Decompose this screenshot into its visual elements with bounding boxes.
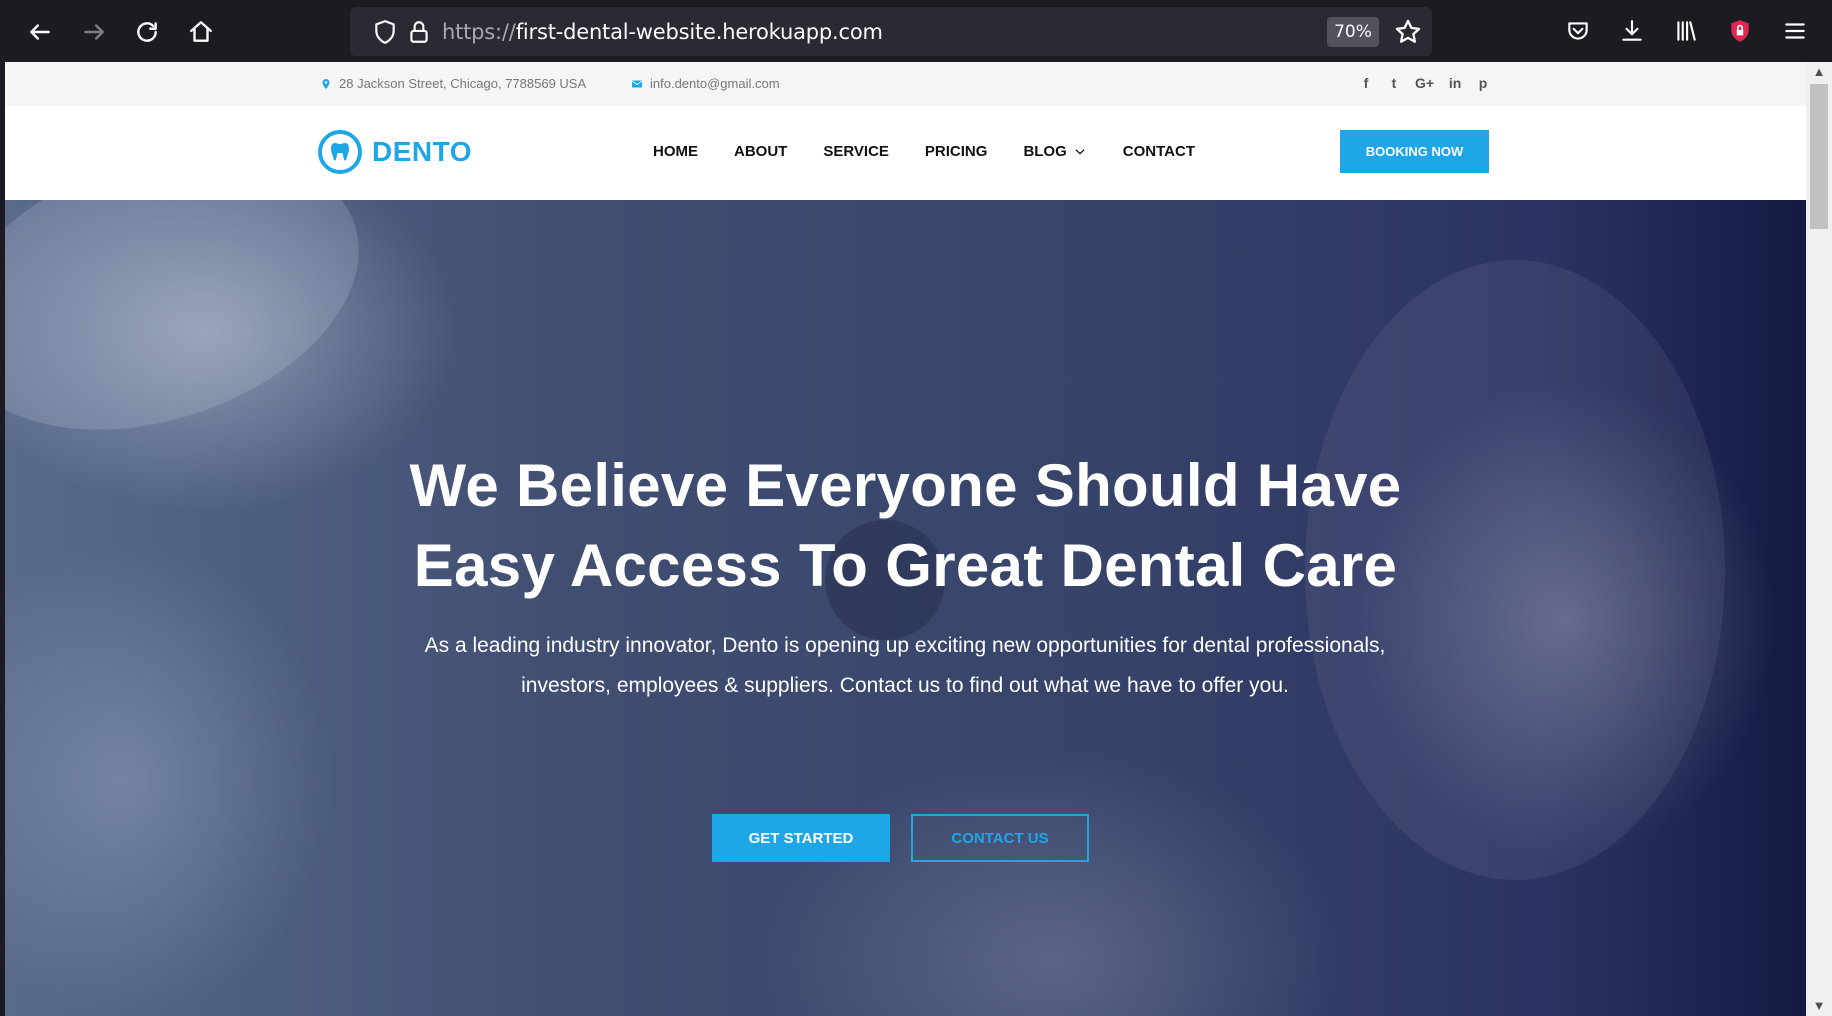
- forward-arrow-icon: [84, 24, 104, 40]
- envelope-icon: [631, 80, 643, 87]
- pocket-icon[interactable]: [1561, 14, 1595, 48]
- address-bar[interactable]: https://first-dental-website.herokuapp.c…: [350, 7, 1432, 56]
- page-scrollbar[interactable]: ▲ ▼: [1806, 62, 1832, 1016]
- forward-button[interactable]: [74, 12, 114, 52]
- url-scheme: https://: [442, 20, 516, 44]
- scroll-down-arrow-icon[interactable]: ▼: [1806, 996, 1832, 1016]
- home-icon: [190, 21, 212, 42]
- booking-now-button[interactable]: BOOKING NOW: [1340, 130, 1489, 173]
- reload-button[interactable]: [127, 12, 167, 52]
- downloads-icon[interactable]: [1615, 14, 1649, 48]
- twitter-icon[interactable]: t: [1387, 75, 1401, 91]
- shield-icon[interactable]: [372, 19, 398, 45]
- browser-toolbar: https://first-dental-website.herokuapp.c…: [0, 0, 1832, 62]
- nav-service[interactable]: SERVICE: [823, 143, 889, 160]
- nav-about[interactable]: ABOUT: [734, 143, 787, 160]
- menu-hamburger-icon[interactable]: [1778, 14, 1812, 48]
- facebook-icon[interactable]: f: [1359, 75, 1373, 91]
- hero-title-line-2: Easy Access To Great Dental Care: [413, 532, 1398, 599]
- back-button[interactable]: [20, 12, 60, 52]
- url-text[interactable]: https://first-dental-website.herokuapp.c…: [442, 20, 883, 44]
- back-arrow-icon: [30, 24, 50, 40]
- library-icon[interactable]: [1669, 14, 1703, 48]
- pinterest-icon[interactable]: p: [1476, 75, 1490, 91]
- hero-subtitle-line-2: investors, employees & suppliers. Contac…: [521, 674, 1289, 697]
- nav-contact[interactable]: CONTACT: [1123, 143, 1195, 160]
- google-plus-icon[interactable]: G+: [1415, 75, 1434, 91]
- contact-topbar: 28 Jackson Street, Chicago, 7788569 USA …: [5, 62, 1806, 106]
- page-viewport: 28 Jackson Street, Chicago, 7788569 USA …: [5, 62, 1806, 1016]
- hero-title-line-1: We Believe Everyone Should Have: [409, 452, 1402, 519]
- logo-text: DENTO: [372, 136, 472, 167]
- reload-icon: [137, 22, 157, 42]
- address-text: 28 Jackson Street, Chicago, 7788569 USA: [339, 76, 587, 91]
- hero-banner: We Believe Everyone Should Have Easy Acc…: [5, 200, 1806, 1016]
- extension-lock-icon[interactable]: [1723, 14, 1757, 48]
- map-pin-icon: [322, 78, 330, 89]
- main-nav: HOME ABOUT SERVICE PRICING BLOG CONTACT: [653, 143, 1195, 160]
- hero-title: We Believe Everyone Should Have Easy Acc…: [5, 446, 1806, 606]
- home-button[interactable]: [181, 12, 221, 52]
- tooth-icon: [318, 130, 362, 174]
- url-host: first-dental-website.herokuapp.com: [515, 20, 883, 44]
- hero-bg-shape: [5, 200, 395, 479]
- address-info: 28 Jackson Street, Chicago, 7788569 USA: [320, 76, 586, 91]
- linkedin-icon[interactable]: in: [1448, 75, 1462, 91]
- email-text[interactable]: info.dento@gmail.com: [650, 76, 780, 91]
- zoom-indicator[interactable]: 70%: [1327, 17, 1379, 47]
- contact-us-button[interactable]: CONTACT US: [911, 814, 1089, 862]
- chevron-down-icon: [1075, 148, 1085, 155]
- lock-icon[interactable]: [406, 19, 432, 45]
- scrollbar-thumb[interactable]: [1810, 84, 1828, 229]
- scroll-up-arrow-icon[interactable]: ▲: [1806, 62, 1832, 82]
- nav-home[interactable]: HOME: [653, 143, 698, 160]
- nav-blog[interactable]: BLOG: [1023, 143, 1086, 160]
- get-started-button[interactable]: GET STARTED: [712, 814, 890, 862]
- hero-subtitle-line-1: As a leading industry innovator, Dento i…: [424, 634, 1386, 657]
- nav-blog-label: BLOG: [1023, 143, 1067, 160]
- social-links: f t G+ in p: [1359, 75, 1490, 91]
- nav-pricing[interactable]: PRICING: [925, 143, 988, 160]
- site-logo[interactable]: DENTO: [318, 130, 472, 174]
- hero-subtitle: As a leading industry innovator, Dento i…: [345, 626, 1465, 706]
- email-info: info.dento@gmail.com: [631, 76, 780, 91]
- bookmark-star-icon[interactable]: [1394, 18, 1422, 46]
- site-header: DENTO HOME ABOUT SERVICE PRICING BLOG CO…: [5, 106, 1806, 200]
